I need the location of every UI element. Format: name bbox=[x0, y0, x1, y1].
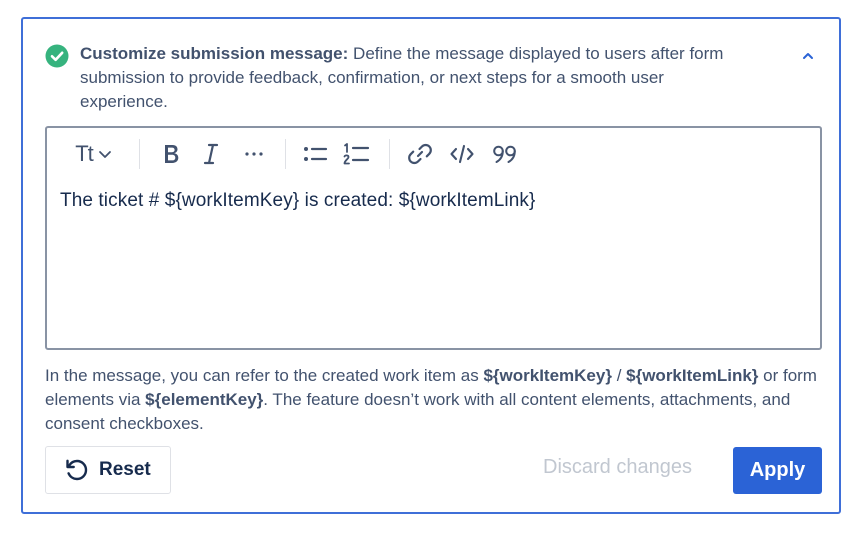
chevron-up-icon[interactable] bbox=[797, 45, 819, 67]
bold-button[interactable] bbox=[157, 140, 185, 168]
code-button[interactable] bbox=[447, 140, 477, 168]
variable-work-item-link: ${workItemLink} bbox=[626, 366, 759, 385]
text-style-label: Tt bbox=[75, 141, 94, 166]
undo-icon bbox=[66, 459, 88, 481]
toolbar-divider bbox=[285, 139, 286, 169]
toolbar-divider bbox=[139, 139, 140, 169]
numbered-list-button[interactable] bbox=[341, 140, 371, 168]
more-formatting-button[interactable] bbox=[240, 140, 268, 168]
help-text: In the message, you can refer to the cre… bbox=[45, 364, 825, 436]
text-style-button[interactable]: Tt bbox=[69, 140, 119, 168]
italic-icon bbox=[203, 143, 219, 165]
panel-title: Customize submission message: bbox=[80, 44, 349, 63]
more-icon bbox=[245, 152, 263, 156]
check-circle-icon bbox=[45, 44, 69, 68]
code-icon bbox=[450, 144, 474, 164]
quote-icon bbox=[493, 145, 516, 163]
bullet-list-icon bbox=[304, 147, 328, 161]
reset-button[interactable]: Reset bbox=[45, 446, 171, 494]
reset-button-label: Reset bbox=[99, 459, 151, 480]
help-text-part: / bbox=[611, 366, 627, 385]
quote-button[interactable] bbox=[488, 140, 522, 168]
apply-button[interactable]: Apply bbox=[733, 447, 822, 494]
chevron-down-icon bbox=[98, 151, 111, 158]
bold-icon bbox=[165, 145, 179, 163]
bullet-list-button[interactable] bbox=[300, 140, 330, 168]
link-button[interactable] bbox=[405, 140, 435, 168]
link-icon bbox=[408, 143, 432, 165]
italic-button[interactable] bbox=[197, 140, 225, 168]
editor-text[interactable]: The ticket # ${workItemKey} is created: … bbox=[60, 190, 535, 212]
toolbar-divider bbox=[389, 139, 390, 169]
numbered-list-icon bbox=[343, 143, 370, 165]
submission-message-panel: Customize submission message: Define the… bbox=[21, 17, 841, 514]
editor-toolbar: Tt bbox=[47, 128, 820, 178]
message-editor[interactable]: Tt The ticket # ${workItemKey} is create… bbox=[45, 126, 822, 350]
variable-work-item-key: ${workItemKey} bbox=[483, 366, 612, 385]
panel-description: Customize submission message: Define the… bbox=[80, 42, 740, 114]
variable-element-key: ${elementKey} bbox=[145, 390, 264, 409]
help-text-part: In the message, you can refer to the cre… bbox=[45, 366, 484, 385]
panel-header: Customize submission message: Define the… bbox=[23, 19, 839, 119]
discard-changes-button[interactable]: Discard changes bbox=[543, 456, 692, 479]
